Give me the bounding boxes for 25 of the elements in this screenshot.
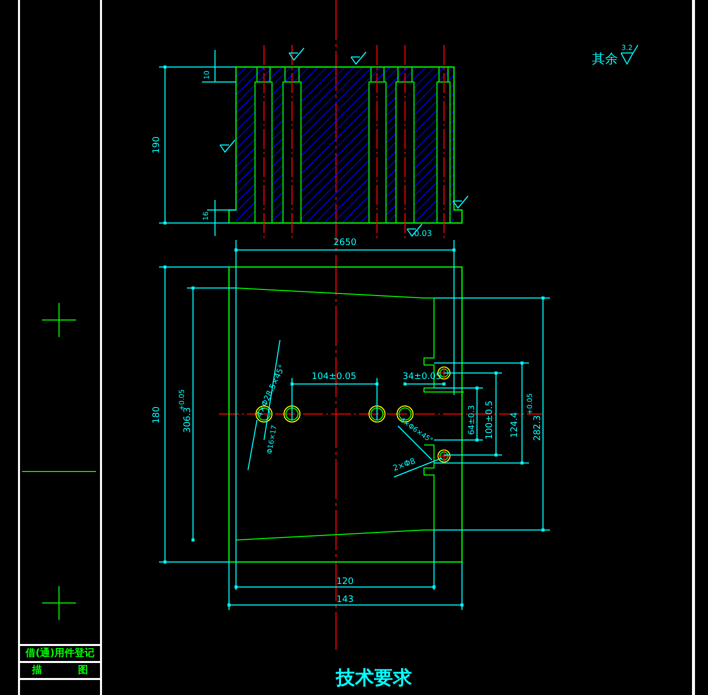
dimension-text: 2×Φ8 (392, 456, 417, 473)
dimension-line (404, 382, 446, 386)
dimension-text: 143 (336, 595, 354, 605)
dimension-text: 100±0.5 (485, 400, 495, 440)
dimension-text: 2650 (334, 238, 356, 248)
roughness-symbol-icon (620, 44, 638, 64)
trace-label: 描 (32, 666, 42, 676)
dimension-text: 124.4 (510, 412, 520, 438)
dimension-text: 180 (152, 406, 162, 424)
roughness-symbol-icon (350, 52, 366, 65)
roughness-note-label: 其余 (592, 52, 618, 67)
dimension-line (476, 386, 478, 442)
roughness-symbol-icon (288, 48, 304, 61)
dimension-text: 64±0.3 (467, 405, 476, 435)
register-label: 借(通)用件登记 (20, 644, 100, 661)
roughness-symbol-icon (452, 196, 468, 209)
crosshair-icon (42, 586, 76, 620)
dimension-text: 282.3 (533, 415, 543, 441)
dimension-text: 306.3 (183, 407, 193, 433)
dimension-text: 120 (336, 577, 354, 587)
trace-label: 图 (78, 666, 88, 676)
crosshair-icon (42, 303, 76, 337)
requirements-title: 技术要求 (336, 667, 412, 689)
dimension-text: 190 (152, 136, 162, 154)
roughness-symbol-icon (220, 140, 236, 153)
